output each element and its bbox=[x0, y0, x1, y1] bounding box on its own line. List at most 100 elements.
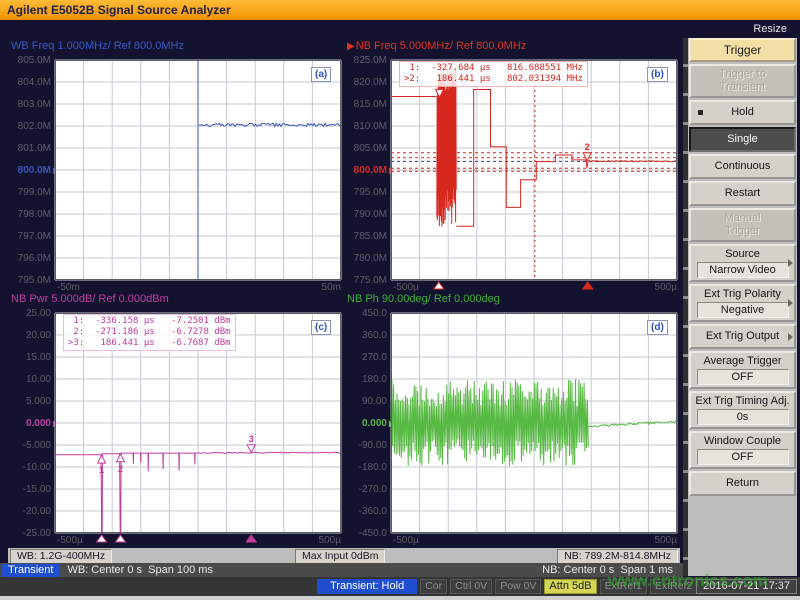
panel-b-title[interactable]: ▶NB Freq 5.000MHz/ Ref 800.0MHz bbox=[347, 40, 526, 54]
mode-badge: Transient bbox=[2, 564, 59, 577]
y-tick-label: 799.0M bbox=[8, 186, 51, 199]
y-tick-label: -5.000 bbox=[8, 439, 51, 452]
softkey-label: Trigger bbox=[725, 225, 759, 238]
y-tick-label: 20.00 bbox=[8, 329, 51, 342]
panel-d-title[interactable]: NB Ph 90.00deg/ Ref 0.000deg bbox=[347, 293, 500, 307]
y-tick-label: -180.0 bbox=[344, 461, 387, 474]
y-tick-label: 802.0M bbox=[8, 120, 51, 133]
datetime-display: 2016-07-21 17:37 bbox=[696, 579, 797, 594]
range-status-bar: WB: 1.2G-400MHz Max Input 0dBm NB: 789.2… bbox=[8, 548, 680, 563]
softkey-ext-trig-timing-adj[interactable]: Ext Trig Timing Adj.0s bbox=[689, 391, 796, 429]
y-tick-label: 10.00 bbox=[8, 373, 51, 386]
status-indicator-ctrl-0v: Ctrl 0V bbox=[450, 579, 492, 594]
y-tick-label: 800.0M▶ bbox=[344, 164, 387, 177]
y-tick-label: 790.0M bbox=[344, 208, 387, 221]
panel-nb-power[interactable]: NB Pwr 5.000dB/ Ref 0.000dBm25.00 20.00 1 5… bbox=[8, 293, 344, 546]
softkey-label: Ext Trig Polarity bbox=[704, 288, 781, 301]
selection-bullet-icon bbox=[698, 110, 703, 115]
y-tick-label: 796.0M bbox=[8, 252, 51, 265]
wb-span-text: WB: Center 0 s Span 100 ms bbox=[67, 564, 213, 576]
y-tick-label: 804.0M bbox=[8, 76, 51, 89]
softkey-value: OFF bbox=[697, 369, 789, 385]
softkey-label: Return bbox=[726, 477, 759, 490]
span-status-bar: Transient WB: Center 0 s Span 100 ms NB:… bbox=[0, 563, 683, 577]
y-tick-label: 90.00 bbox=[344, 395, 387, 408]
y-tick-label: 801.0M bbox=[8, 142, 51, 155]
y-tick-label: 360.0 bbox=[344, 329, 387, 342]
submenu-arrow-icon bbox=[788, 299, 793, 307]
softkey-average-trigger[interactable]: Average TriggerOFF bbox=[689, 351, 796, 389]
y-tick-label: 5.000 bbox=[8, 395, 51, 408]
y-tick-label: -270.0 bbox=[344, 483, 387, 496]
softkey-value: Negative bbox=[697, 302, 789, 318]
svg-text:1: 1 bbox=[99, 465, 104, 475]
active-trace-arrow-icon: ▶ bbox=[347, 41, 355, 52]
panel-nb-freq[interactable]: ▶NB Freq 5.000MHz/ Ref 800.0MHz825.0M820… bbox=[344, 40, 680, 293]
panel-b-plot: 12 bbox=[391, 60, 677, 292]
status-indicator-extref1: ExtRef1 bbox=[600, 579, 647, 594]
y-tick-label: -90.00 bbox=[344, 439, 387, 452]
softkey-scroll-strip[interactable] bbox=[683, 38, 688, 576]
panel-a-title[interactable]: WB Freq 1.000MHz/ Ref 800.0MHz bbox=[11, 40, 184, 54]
softkey-manual-trigger: ManualTrigger bbox=[689, 208, 796, 242]
softkey-label: Ext Trig Timing Adj. bbox=[695, 395, 789, 408]
submenu-arrow-icon bbox=[788, 333, 793, 341]
y-tick-label: -10.00 bbox=[8, 461, 51, 474]
softkey-source[interactable]: SourceNarrow Video bbox=[689, 244, 796, 282]
nb-range-box: NB: 789.2M-814.8MHz bbox=[557, 549, 678, 564]
panel-corner-label: (a) bbox=[311, 67, 331, 82]
y-tick-label: -25.00 bbox=[8, 527, 51, 540]
y-tick-label: 0.000▶ bbox=[344, 417, 387, 430]
y-tick-label: 815.0M bbox=[344, 98, 387, 111]
softkey-ext-trig-output[interactable]: Ext Trig Output bbox=[689, 324, 796, 349]
y-tick-label: -360.0 bbox=[344, 505, 387, 518]
softkey-menu-title: Trigger bbox=[689, 38, 796, 62]
transient-hold-badge: Transient: Hold bbox=[317, 579, 417, 594]
y-tick-label: 795.0M bbox=[8, 274, 51, 287]
softkey-return[interactable]: Return bbox=[689, 471, 796, 496]
softkey-continuous[interactable]: Continuous bbox=[689, 154, 796, 179]
y-tick-label: 0.000▶ bbox=[8, 417, 51, 430]
panel-corner-label: (c) bbox=[311, 320, 331, 335]
panel-wb-freq[interactable]: WB Freq 1.000MHz/ Ref 800.0MHz805.0M804.… bbox=[8, 40, 344, 293]
resize-button[interactable]: Resize bbox=[753, 23, 787, 35]
instrument-status-bar: Transient: Hold CorCtrl 0VPow 0VAttn 5dB… bbox=[0, 577, 800, 596]
panel-c-title[interactable]: NB Pwr 5.000dB/ Ref 0.000dBm bbox=[11, 293, 169, 307]
softkey-label: Transient bbox=[720, 81, 765, 94]
y-tick-label: 820.0M bbox=[344, 76, 387, 89]
y-tick-label: 785.0M bbox=[344, 230, 387, 243]
softkey-restart[interactable]: Restart bbox=[689, 181, 796, 206]
y-tick-label: -20.00 bbox=[8, 505, 51, 518]
wb-range-box: WB: 1.2G-400MHz bbox=[10, 549, 112, 564]
window-title: Agilent E5052B Signal Source Analyzer bbox=[0, 0, 800, 20]
softkey-label: Source bbox=[725, 248, 760, 261]
softkey-label: Single bbox=[727, 133, 758, 146]
panel-corner-label: (b) bbox=[647, 67, 668, 82]
y-tick-label: 805.0M bbox=[344, 142, 387, 155]
softkey-menu: Trigger Trigger toTransient Hold Single Con… bbox=[683, 38, 797, 576]
status-indicator-cor: Cor bbox=[420, 579, 447, 594]
panel-c-marker-readout: 1: -336.158 µs -7.2501 dBm 2: -271.186 µ… bbox=[63, 314, 236, 351]
panel-b-marker-readout: 1: -327.684 µs 816.688551 MHz >2: 186.44… bbox=[399, 61, 588, 87]
softkey-window-couple[interactable]: Window CoupleOFF bbox=[689, 431, 796, 469]
softkey-single[interactable]: Single bbox=[689, 127, 796, 152]
status-indicator-attn-5db: Attn 5dB bbox=[544, 579, 596, 594]
status-indicator-pow-0v: Pow 0V bbox=[495, 579, 541, 594]
panel-d-plot bbox=[391, 313, 677, 545]
softkey-trigger-to-transient: Trigger toTransient bbox=[689, 64, 796, 98]
y-tick-label: -15.00 bbox=[8, 483, 51, 496]
svg-text:2: 2 bbox=[585, 142, 590, 152]
softkey-label: Restart bbox=[725, 187, 760, 200]
softkey-value: Narrow Video bbox=[697, 262, 789, 278]
y-tick-label: 780.0M bbox=[344, 252, 387, 265]
panel-corner-label: (d) bbox=[647, 320, 668, 335]
softkey-ext-trig-polarity[interactable]: Ext Trig PolarityNegative bbox=[689, 284, 796, 322]
y-tick-label: -450.0 bbox=[344, 527, 387, 540]
y-tick-label: 25.00 bbox=[8, 307, 51, 320]
bottom-edge-strip bbox=[0, 596, 800, 600]
softkey-label: Manual bbox=[724, 212, 760, 225]
softkey-hold[interactable]: Hold bbox=[689, 100, 796, 125]
panel-nb-phase[interactable]: NB Ph 90.00deg/ Ref 0.000deg450.0360.027… bbox=[344, 293, 680, 546]
softkey-label: Hold bbox=[731, 106, 754, 119]
softkey-label: Continuous bbox=[715, 160, 771, 173]
